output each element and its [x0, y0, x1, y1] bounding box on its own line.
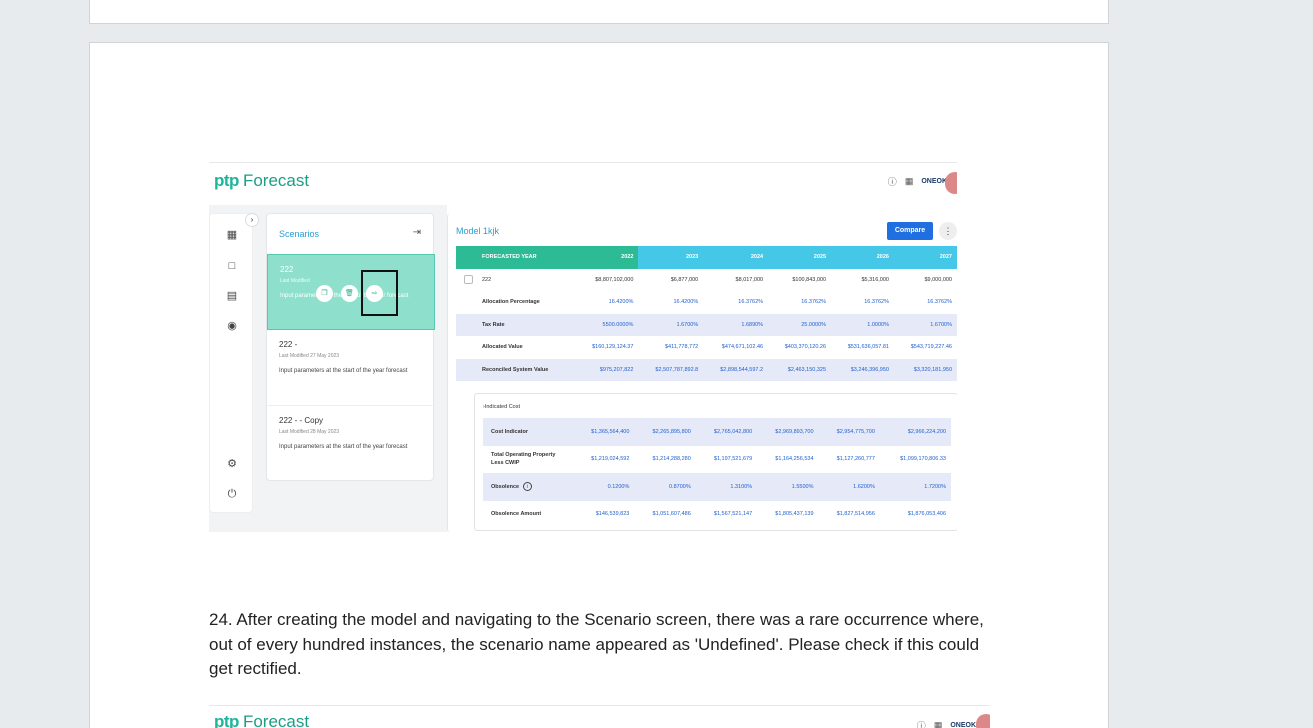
model-title: Model 1kjk [456, 226, 500, 236]
header-icons: ⓘ ▦ ONEOK [917, 719, 976, 728]
more-icon[interactable]: ⋮ [939, 222, 957, 240]
apps-grid-icon[interactable]: ▦ [905, 176, 914, 187]
table-row: Total Operating Property Less CWIP $1,21… [491, 452, 946, 467]
brand-logo: ONEOK [950, 722, 976, 728]
screenshot-image: ptp Forecast ⓘ ▦ ONEOK [209, 705, 990, 728]
dashboard-icon[interactable]: ▦ [225, 228, 239, 242]
scenario-item[interactable]: 222 - Last Modified 27 May 2023 Input pa… [267, 330, 435, 406]
table-header: 2023 [638, 246, 704, 269]
screenshot-image: ptp Forecast ⓘ ▦ ONEOK ▦ □ ▤ ◉ ⚙ ⏻ › Scen… [209, 162, 957, 532]
table-header: 2027 [893, 246, 957, 269]
chevron-right-icon[interactable]: › [245, 213, 259, 227]
scenarios-title: Scenarios [279, 229, 320, 239]
avatar[interactable] [945, 172, 957, 194]
table-row: Tax Rate 5500.0000% 1.6700% 1.6890% 25.0000… [456, 313, 957, 336]
app-logo: ptp Forecast [214, 171, 310, 190]
table-header: 2022 [575, 246, 639, 269]
header-icons: ⓘ ▦ ONEOK [888, 175, 947, 188]
table-row: Obsolence Amount $146,539,823 $1,051,607,… [491, 511, 946, 518]
table-row: Reconciled System Value $975,207,822 $2,5… [456, 358, 957, 381]
indicated-cost-title[interactable]: ›Indicated Cost [483, 404, 520, 410]
model-panel: Model 1kjk Compare ⋮ FORECASTED YEAR 202… [447, 213, 957, 532]
table-header: FORECASTED YEAR [456, 246, 576, 269]
avatar[interactable] [976, 714, 990, 728]
scenarios-panel: Scenarios ⇥ 222 Last Modified Input para… [266, 213, 435, 482]
delete-icon[interactable]: 🗑 [341, 285, 358, 302]
power-icon[interactable]: ⏻ [225, 487, 239, 501]
forecast-table: FORECASTED YEAR 2022 2023 2024 2025 2026… [456, 246, 957, 381]
highlight-annotation [361, 270, 398, 316]
table-row: Cost Indicator $1,365,564,400 $2,265,895,… [483, 418, 951, 446]
indicated-cost-table: Cost Indicator $1,365,564,400 $2,265,895,… [483, 418, 951, 528]
folder-icon[interactable]: □ [225, 259, 239, 273]
previous-card [89, 0, 1109, 24]
database-icon[interactable]: ◉ [225, 319, 239, 333]
compare-button[interactable]: Compare [887, 222, 933, 240]
scenario-item[interactable]: 222 - - Copy Last Modified 28 May 2023 I… [267, 406, 435, 482]
copy-icon[interactable]: ❐ [316, 285, 333, 302]
app-header: ptp Forecast ⓘ ▦ ONEOK [209, 163, 957, 205]
row-checkbox[interactable] [464, 274, 473, 284]
info-icon[interactable]: i [522, 482, 532, 492]
settings-icon[interactable]: ⚙ [225, 457, 239, 471]
table-header: 2026 [831, 246, 894, 269]
apps-grid-icon[interactable]: ▦ [934, 720, 943, 728]
table-header: 2024 [703, 246, 769, 269]
left-nav: ▦ □ ▤ ◉ ⚙ ⏻ [209, 213, 253, 513]
app-logo: ptp Forecast [214, 712, 310, 728]
indicated-cost-section: ›Indicated Cost Cost Indicator $1,365,56… [474, 393, 957, 531]
scenario-item[interactable]: 222 Last Modified Input parameters at th… [267, 254, 435, 330]
table-row: Obsolence i 0.1200% 0.8700% 1.3100% 1.5500%… [483, 473, 951, 501]
table-row: Allocated Value $160,129,124.37 $411,778,… [482, 344, 952, 351]
help-icon[interactable]: ⓘ [888, 175, 897, 188]
table-row: Allocation Percentage 16.4200% 16.4200% 16… [482, 299, 952, 306]
table-header: 2025 [768, 246, 832, 269]
document-icon[interactable]: ▤ [225, 289, 239, 303]
instruction-text: 24. After creating the model and navigat… [209, 610, 984, 678]
table-row: 222 $8,807,102,000 $6,877,000 $8,017,000 $1… [456, 269, 957, 292]
brand-logo: ONEOK [921, 178, 947, 185]
collapse-icon[interactable]: ⇥ [413, 227, 421, 238]
help-icon[interactable]: ⓘ [917, 719, 926, 728]
